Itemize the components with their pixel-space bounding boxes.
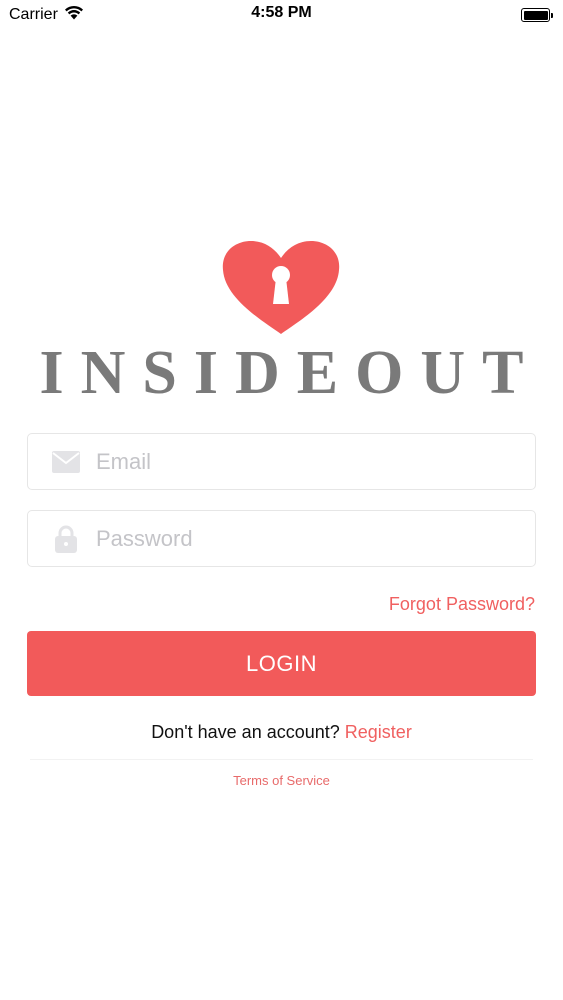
status-bar: Carrier 4:58 PM <box>0 0 563 30</box>
no-account-text: Don't have an account? <box>151 722 340 742</box>
status-time: 4:58 PM <box>251 4 312 21</box>
status-left: Carrier <box>9 5 84 25</box>
brand-logo-text: INSIDEOUT <box>39 339 541 407</box>
register-row: Don't have an account? Register <box>0 722 563 743</box>
register-link[interactable]: Register <box>345 722 412 742</box>
password-field-container[interactable] <box>27 510 536 567</box>
envelope-icon <box>51 447 81 477</box>
email-input[interactable] <box>96 441 496 482</box>
email-field-container[interactable] <box>27 433 536 490</box>
carrier-label: Carrier <box>9 6 58 23</box>
wifi-icon <box>64 5 84 25</box>
lock-icon <box>51 524 81 554</box>
heart-keyhole-icon <box>221 240 341 336</box>
login-screen: Carrier 4:58 PM INSIDEOUT Email Forgot P… <box>0 0 563 1000</box>
divider <box>30 759 533 760</box>
login-button[interactable]: LOGIN <box>27 631 536 696</box>
terms-of-service-link[interactable]: Terms of Service <box>0 773 563 788</box>
battery-icon <box>521 8 553 22</box>
forgot-password-link[interactable]: Forgot Password? <box>389 594 535 615</box>
password-input[interactable] <box>96 518 496 559</box>
